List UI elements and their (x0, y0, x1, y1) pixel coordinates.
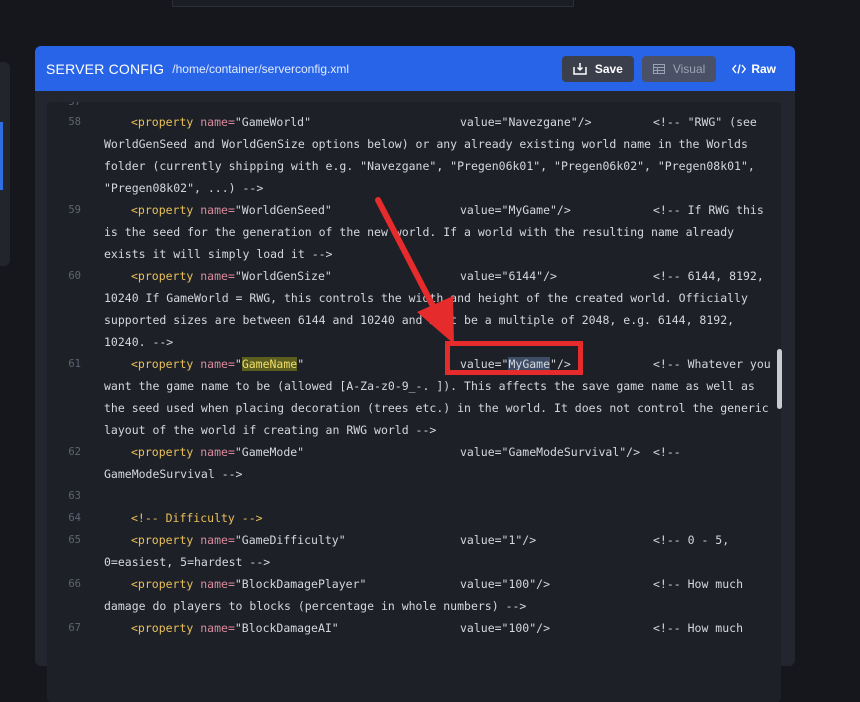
annotation-highlight-box (445, 341, 583, 375)
annotation-arrow-icon (375, 197, 454, 344)
